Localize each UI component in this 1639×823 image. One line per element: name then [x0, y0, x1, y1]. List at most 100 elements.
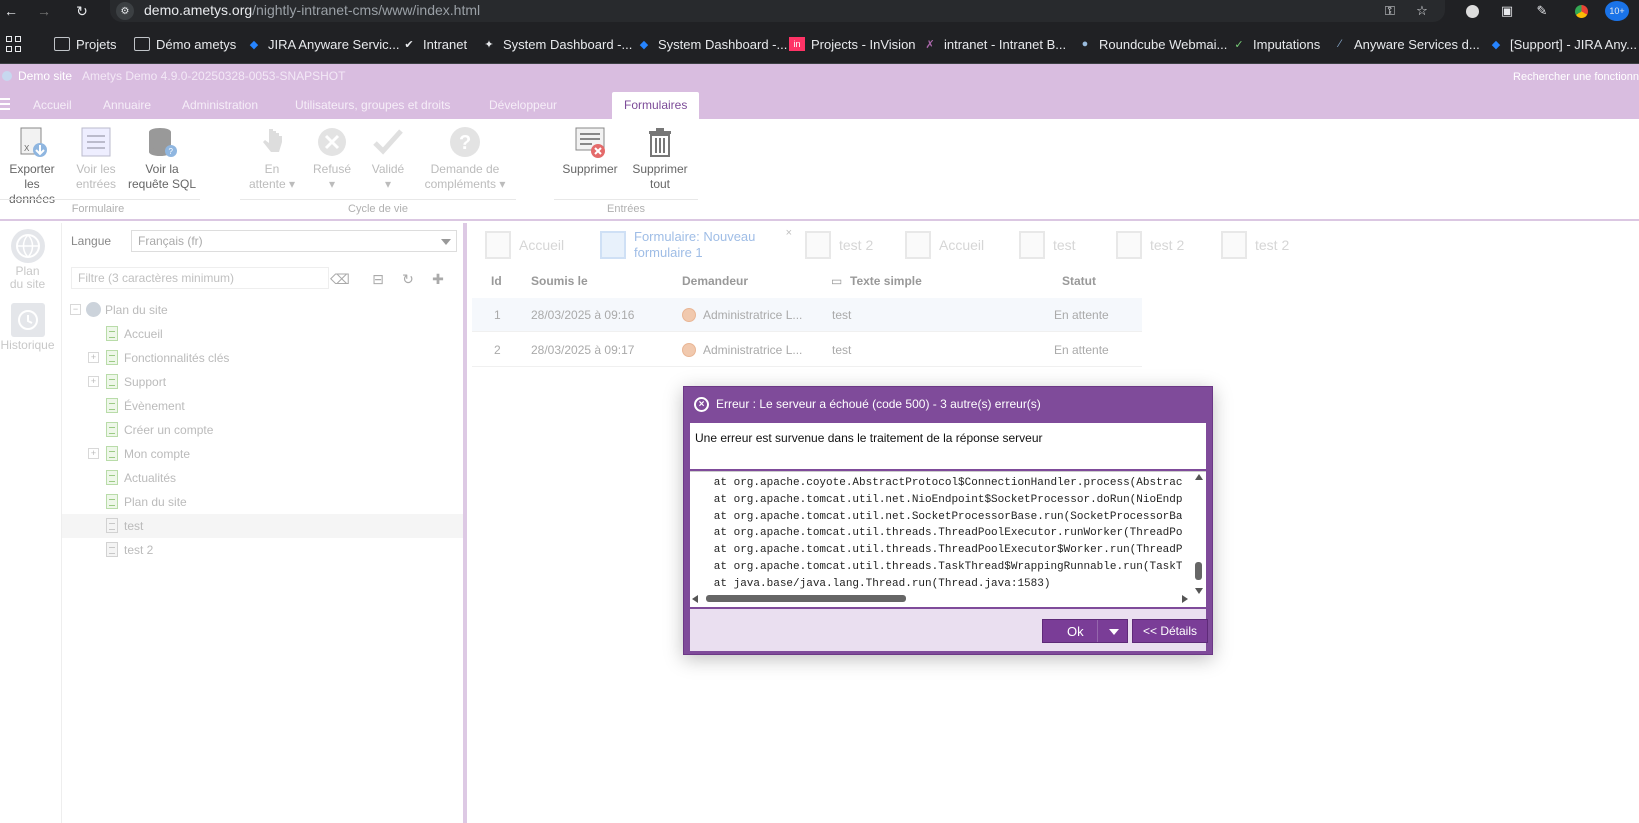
- extension-circle-icon[interactable]: [1462, 1, 1482, 21]
- horizontal-scrollbar[interactable]: [692, 594, 1188, 604]
- star-icon[interactable]: ☆: [1412, 1, 1432, 21]
- expand-icon[interactable]: +: [88, 448, 99, 459]
- delete-form-icon: [573, 125, 607, 159]
- stacktrace-area[interactable]: at org.apache.coyote.AbstractProtocol$Co…: [690, 471, 1206, 607]
- document-tabs: Accueil Formulaire: Nouveau formulaire 1 ×…: [467, 223, 1639, 267]
- eraser-icon[interactable]: ⌫: [330, 269, 350, 289]
- tab-administration[interactable]: Administration: [182, 98, 258, 112]
- pen-icon[interactable]: ✎: [1532, 1, 1552, 21]
- reload-icon[interactable]: ↻: [71, 0, 93, 22]
- collapse-icon[interactable]: −: [70, 304, 81, 315]
- delete-all-button[interactable]: Supprimer tout: [628, 125, 692, 192]
- plugin-icon[interactable]: ✚: [428, 269, 448, 289]
- function-search[interactable]: Rechercher une fonctionn: [1513, 71, 1639, 83]
- jira-icon: ◆: [249, 38, 259, 51]
- export-data-button[interactable]: X Exporter les données: [0, 125, 64, 207]
- imputations-icon: ✓: [1234, 38, 1244, 51]
- bookmark-projets[interactable]: Projets: [54, 34, 116, 54]
- doc-tab-accueil-2[interactable]: Accueil: [905, 223, 984, 267]
- bookmark-anyware[interactable]: ⁄ Anyware Services d...: [1332, 34, 1480, 54]
- doc-tab-form[interactable]: Formulaire: Nouveau formulaire 1 ×: [600, 223, 792, 267]
- tree-filter-input[interactable]: Filtre (3 caractères minimum): [71, 267, 329, 289]
- chevron-down-icon[interactable]: [1109, 629, 1119, 635]
- tab-formulaires[interactable]: Formulaires: [612, 92, 700, 119]
- language-label: Langue: [71, 234, 112, 248]
- tree-node[interactable]: test 2: [62, 538, 463, 562]
- bookmark-imputations[interactable]: ✓ Imputations: [1231, 34, 1320, 54]
- tree-node[interactable]: Accueil: [62, 322, 463, 346]
- pending-button[interactable]: En attente ▾: [246, 125, 298, 192]
- expand-icon[interactable]: +: [88, 352, 99, 363]
- page-icon: [1019, 231, 1045, 259]
- profile-badge[interactable]: 10+: [1605, 1, 1629, 21]
- bookmark-invision[interactable]: in Projects - InVision: [789, 34, 916, 54]
- refresh-icon[interactable]: ↻: [398, 269, 418, 289]
- tab-developpeur[interactable]: Développeur: [489, 98, 557, 112]
- tree-node[interactable]: Créer un compte: [62, 418, 463, 442]
- column-simple-text[interactable]: Texte simple: [850, 274, 922, 288]
- table-row[interactable]: 1 28/03/2025 à 09:16 Administratrice L..…: [472, 298, 1142, 332]
- bookmark-demo-ametys[interactable]: Démo ametys: [134, 34, 236, 54]
- dialog-header[interactable]: × Erreur : Le serveur a échoué (code 500…: [684, 387, 1212, 421]
- request-more-button[interactable]: ? Demande de compléments ▾: [418, 125, 512, 192]
- sitemap-tool-button[interactable]: Plan du site: [0, 229, 55, 291]
- tab-users-groups-rights[interactable]: Utilisateurs, groupes et droits: [295, 98, 450, 112]
- hamburger-menu-icon[interactable]: [0, 98, 10, 110]
- key-icon[interactable]: ⚿: [1380, 1, 1400, 21]
- doc-tab-test2-b[interactable]: test 2: [1116, 223, 1184, 267]
- bookmark-jira[interactable]: ◆ JIRA Anyware Servic...: [246, 34, 400, 54]
- tree-node[interactable]: Plan du site: [62, 490, 463, 514]
- tree-node-selected[interactable]: test: [62, 514, 463, 538]
- question-icon: ?: [448, 125, 482, 159]
- doc-tab-accueil[interactable]: Accueil: [485, 223, 564, 267]
- bookmark-system-dashboard-1[interactable]: ✦ System Dashboard -...: [481, 34, 632, 54]
- list-icon: [79, 125, 113, 159]
- error-message: Une erreur est survenue dans le traiteme…: [690, 423, 1206, 469]
- vertical-scrollbar[interactable]: [1194, 474, 1204, 594]
- column-requester[interactable]: Demandeur: [682, 274, 748, 288]
- bookmark-support-jira[interactable]: ◆ [Support] - JIRA Any...: [1488, 34, 1637, 54]
- view-sql-button[interactable]: ? Voir la requête SQL: [126, 125, 198, 192]
- doc-tab-test2-c[interactable]: test 2: [1221, 223, 1289, 267]
- delete-button[interactable]: Supprimer: [558, 125, 622, 177]
- site-name[interactable]: Demo site: [18, 69, 72, 83]
- view-entries-button[interactable]: Voir les entrées: [70, 125, 122, 192]
- refused-button[interactable]: Refusé ▾: [306, 125, 358, 192]
- tree-node[interactable]: + Support: [62, 370, 463, 394]
- chrome-extension-icon[interactable]: [1571, 1, 1591, 21]
- expand-icon[interactable]: +: [88, 376, 99, 387]
- camera-icon[interactable]: ▣: [1497, 1, 1517, 21]
- tree-node[interactable]: + Fonctionnalités clés: [62, 346, 463, 370]
- column-submitted[interactable]: Soumis le: [531, 274, 588, 288]
- ribbon-group-separator: [554, 199, 698, 200]
- tab-annuaire[interactable]: Annuaire: [103, 98, 151, 112]
- bookmark-roundcube[interactable]: ● Roundcube Webmai...: [1077, 34, 1228, 54]
- language-select[interactable]: Français (fr): [131, 230, 457, 252]
- svg-text:X: X: [24, 144, 30, 153]
- tree-node[interactable]: + Mon compte: [62, 442, 463, 466]
- column-id[interactable]: Id: [491, 274, 502, 288]
- ok-button[interactable]: Ok: [1042, 619, 1128, 643]
- doc-tab-test[interactable]: test: [1019, 223, 1076, 267]
- collapse-all-icon[interactable]: ⊟: [368, 269, 388, 289]
- address-bar[interactable]: ⚙ demo.ametys.org/nightly-intranet-cms/w…: [110, 0, 1445, 22]
- bookmark-intranet-b[interactable]: ✗ intranet - Intranet B...: [922, 34, 1066, 54]
- site-info-icon[interactable]: ⚙: [116, 2, 134, 20]
- history-tool-button[interactable]: Historique: [0, 303, 55, 352]
- close-tab-icon[interactable]: ×: [786, 225, 792, 241]
- tab-accueil[interactable]: Accueil: [33, 98, 72, 112]
- tree-node[interactable]: Actualités: [62, 466, 463, 490]
- apps-grid-icon[interactable]: [6, 36, 22, 52]
- column-status[interactable]: Statut: [1062, 274, 1096, 288]
- doc-tab-test2[interactable]: test 2: [805, 223, 873, 267]
- details-button[interactable]: << Détails: [1132, 619, 1208, 643]
- tree-node-root[interactable]: − Plan du site: [62, 298, 463, 322]
- validated-button[interactable]: Validé ▾: [362, 125, 414, 192]
- forward-icon[interactable]: →: [33, 0, 55, 22]
- roundcube-icon: ●: [1081, 38, 1089, 50]
- bookmark-intranet[interactable]: ✔ Intranet: [401, 34, 467, 54]
- back-icon[interactable]: ←: [0, 0, 22, 22]
- bookmark-system-dashboard-2[interactable]: ◆ System Dashboard -...: [636, 34, 788, 54]
- table-row[interactable]: 2 28/03/2025 à 09:17 Administratrice L..…: [472, 333, 1142, 367]
- tree-node[interactable]: Évènement: [62, 394, 463, 418]
